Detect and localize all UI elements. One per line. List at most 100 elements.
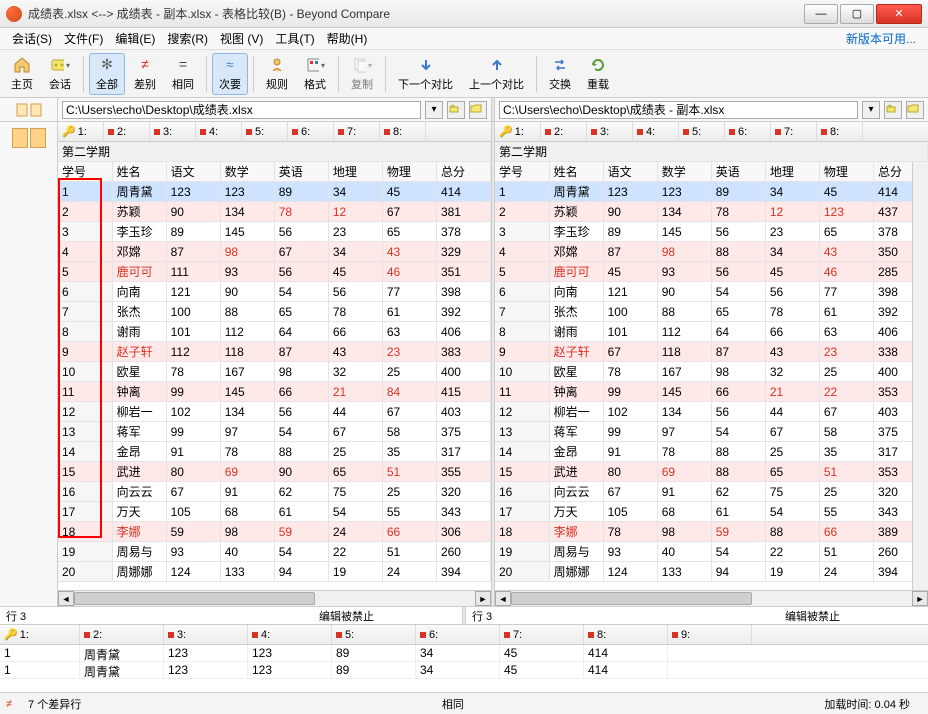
table-row[interactable]: 9赵子轩67118874323338 bbox=[495, 342, 928, 362]
table-row[interactable]: 7张杰10088657861392 bbox=[58, 302, 491, 322]
menu-search[interactable]: 搜索(R) bbox=[161, 28, 214, 49]
right-path-dropdown[interactable]: ▾ bbox=[862, 101, 880, 119]
detail-right-status: 编辑被禁止 bbox=[697, 607, 928, 624]
status-diff-count: 7 个差异行 bbox=[16, 696, 93, 712]
table-row[interactable]: 16向云云6791627525320 bbox=[58, 482, 491, 502]
table-row[interactable]: 14金昂9178882535317 bbox=[58, 442, 491, 462]
table-row[interactable]: 11钟离99145662184415 bbox=[58, 382, 491, 402]
table-row[interactable]: 7张杰10088657861392 bbox=[495, 302, 928, 322]
overview-gutter[interactable] bbox=[0, 122, 58, 606]
table-row[interactable]: 8谢雨101112646663406 bbox=[495, 322, 928, 342]
table-row[interactable]: 13蒋军9997546758375 bbox=[58, 422, 491, 442]
toolbar-format[interactable]: ▾ 格式 bbox=[297, 53, 333, 95]
toolbar-rules[interactable]: 规则 bbox=[259, 53, 295, 95]
toolbar-session-label: 会话 bbox=[49, 76, 71, 92]
toolbar-swap[interactable]: 交换 bbox=[542, 53, 578, 95]
toolbar-home[interactable]: 主页 bbox=[4, 53, 40, 95]
right-path-browse[interactable] bbox=[906, 101, 924, 119]
toolbar-prev[interactable]: 上一个对比 bbox=[462, 53, 531, 95]
table-row[interactable]: 1周青黛123123893445414 bbox=[58, 182, 491, 202]
svg-text:✻: ✻ bbox=[101, 56, 113, 72]
menu-file[interactable]: 文件(F) bbox=[58, 28, 109, 49]
table-row[interactable]: 2苏颖901347812123437 bbox=[495, 202, 928, 222]
close-button[interactable]: ✕ bbox=[876, 4, 922, 24]
left-path-recent[interactable] bbox=[447, 101, 465, 119]
table-row[interactable]: 10欧星78167983225400 bbox=[58, 362, 491, 382]
menubar: 会话(S) 文件(F) 编辑(E) 搜索(R) 视图 (V) 工具(T) 帮助(… bbox=[0, 28, 928, 50]
table-row[interactable]: 4邓嫦8798673443329 bbox=[58, 242, 491, 262]
maximize-button[interactable]: ▢ bbox=[840, 4, 874, 24]
header-row: 学号姓名语文数学英语地理物理总分 bbox=[495, 162, 928, 182]
table-row[interactable]: 20周娜娜124133941924394 bbox=[58, 562, 491, 582]
menu-edit[interactable]: 编辑(E) bbox=[109, 28, 161, 49]
table-row[interactable]: 17万天10568615455343 bbox=[495, 502, 928, 522]
toolbar-copy[interactable]: ▾ 复制 bbox=[344, 53, 380, 95]
table-row[interactable]: 11钟离99145662122353 bbox=[495, 382, 928, 402]
toolbar-all[interactable]: ✻ 全部 bbox=[89, 53, 125, 95]
table-row[interactable]: 12柳岩一102134564467403 bbox=[58, 402, 491, 422]
left-path-browse[interactable] bbox=[469, 101, 487, 119]
toolbar-session[interactable]: ▾ 会话 bbox=[42, 53, 78, 95]
svg-text:≠: ≠ bbox=[141, 56, 149, 72]
table-row[interactable]: 9赵子轩112118874323383 bbox=[58, 342, 491, 362]
toolbar-same-label: 相同 bbox=[172, 76, 194, 92]
table-row[interactable]: 12柳岩一102134564467403 bbox=[495, 402, 928, 422]
next-icon bbox=[416, 56, 436, 75]
menu-tools[interactable]: 工具(T) bbox=[269, 28, 320, 49]
right-vscroll[interactable] bbox=[912, 162, 928, 590]
table-row[interactable]: 4邓嫦8798883443350 bbox=[495, 242, 928, 262]
table-row[interactable]: 20周娜娜124133941924394 bbox=[495, 562, 928, 582]
toolbar-reload[interactable]: 重载 bbox=[580, 53, 616, 95]
toolbar: 主页 ▾ 会话 ✻ 全部 ≠ 差别 = 相同 ≈ 次要 规则 ▾ 格式 ▾ 复制… bbox=[0, 50, 928, 98]
table-row[interactable]: 5鹿可可11193564546351 bbox=[58, 262, 491, 282]
table-row[interactable]: 14金昂9178882535317 bbox=[495, 442, 928, 462]
toolbar-home-label: 主页 bbox=[11, 76, 33, 92]
toolbar-minor[interactable]: ≈ 次要 bbox=[212, 53, 248, 95]
left-grid[interactable]: 第二学期学号姓名语文数学英语地理物理总分1周青黛1231238934454142… bbox=[58, 142, 491, 582]
rules-icon bbox=[267, 56, 287, 75]
menu-view[interactable]: 视图 (V) bbox=[214, 28, 269, 49]
left-path-dropdown[interactable]: ▾ bbox=[425, 101, 443, 119]
toolbar-diff[interactable]: ≠ 差别 bbox=[127, 53, 163, 95]
swap-icon bbox=[550, 56, 570, 75]
table-row[interactable]: 18李娜7898598866389 bbox=[495, 522, 928, 542]
menu-session[interactable]: 会话(S) bbox=[6, 28, 58, 49]
right-hscroll[interactable]: ◄► bbox=[495, 590, 928, 606]
table-row[interactable]: 3李玉珍89145562365378 bbox=[495, 222, 928, 242]
table-row[interactable]: 6向南12190545677398 bbox=[495, 282, 928, 302]
menu-update[interactable]: 新版本可用... bbox=[840, 28, 922, 49]
table-row[interactable]: 17万天10568615455343 bbox=[58, 502, 491, 522]
table-row[interactable]: 13蒋军9997546758375 bbox=[495, 422, 928, 442]
compare-mode-icon[interactable] bbox=[15, 102, 43, 118]
session-icon: ▾ bbox=[50, 56, 70, 75]
table-row[interactable]: 19周易与9340542251260 bbox=[495, 542, 928, 562]
table-row[interactable]: 6向南12190545677398 bbox=[58, 282, 491, 302]
table-row[interactable]: 5鹿可可4593564546285 bbox=[495, 262, 928, 282]
toolbar-next[interactable]: 下一个对比 bbox=[391, 53, 460, 95]
toolbar-same[interactable]: = 相同 bbox=[165, 53, 201, 95]
left-path-input[interactable] bbox=[62, 101, 421, 119]
toolbar-copy-label: 复制 bbox=[351, 76, 373, 92]
table-row[interactable]: 15武进8069906551355 bbox=[58, 462, 491, 482]
minimize-button[interactable]: ― bbox=[804, 4, 838, 24]
section-row: 第二学期 bbox=[58, 142, 491, 162]
detail-left-row: 行 3 bbox=[0, 607, 231, 624]
home-icon bbox=[12, 56, 32, 75]
table-row[interactable]: 19周易与9340542251260 bbox=[58, 542, 491, 562]
left-column-header: 🔑1:2:3:4:5:6:7:8: bbox=[58, 122, 491, 142]
table-row[interactable]: 8谢雨101112646663406 bbox=[58, 322, 491, 342]
right-path-recent[interactable] bbox=[884, 101, 902, 119]
table-row[interactable]: 15武进8069886551353 bbox=[495, 462, 928, 482]
table-row[interactable]: 18李娜5998592466306 bbox=[58, 522, 491, 542]
table-row[interactable]: 10欧星78167983225400 bbox=[495, 362, 928, 382]
table-row[interactable]: 16向云云6791627525320 bbox=[495, 482, 928, 502]
status-diff-icon: ≠ bbox=[6, 698, 12, 710]
table-row[interactable]: 3李玉珍89145562365378 bbox=[58, 222, 491, 242]
table-row[interactable]: 1周青黛123123893445414 bbox=[495, 182, 928, 202]
menu-help[interactable]: 帮助(H) bbox=[321, 28, 374, 49]
right-path-input[interactable] bbox=[499, 101, 858, 119]
table-row[interactable]: 2苏颖90134781267381 bbox=[58, 202, 491, 222]
right-grid[interactable]: 第二学期学号姓名语文数学英语地理物理总分1周青黛1231238934454142… bbox=[495, 142, 928, 582]
detail-panel: 行 3 编辑被禁止 行 3 编辑被禁止 🔑1:2:3:4:5:6:7:8:9: … bbox=[0, 606, 928, 692]
left-hscroll[interactable]: ◄► bbox=[58, 590, 491, 606]
